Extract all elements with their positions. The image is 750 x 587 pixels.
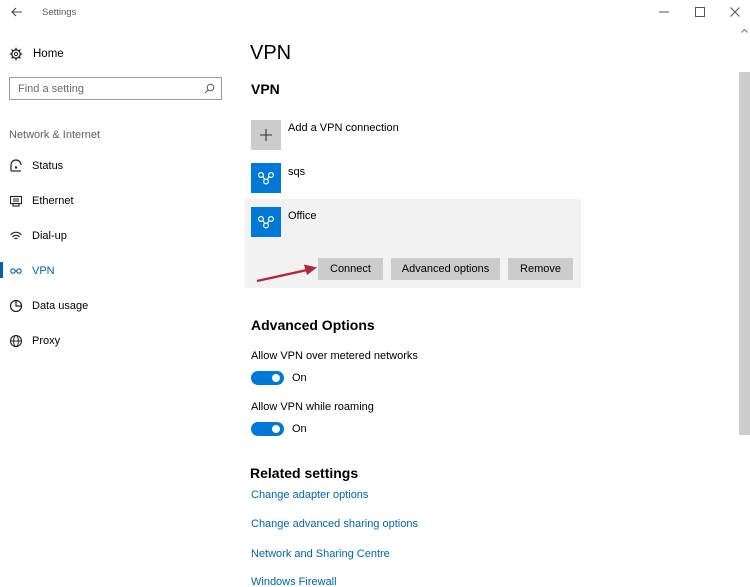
- dialup-icon: [9, 229, 23, 243]
- change-advanced-sharing-link[interactable]: Change advanced sharing options: [251, 518, 418, 530]
- metered-networks-state: On: [292, 372, 307, 384]
- annotation-arrow-icon: [256, 264, 317, 283]
- related-settings-heading: Related settings: [250, 465, 359, 481]
- data-usage-icon: [9, 299, 23, 313]
- globe-icon: [9, 334, 23, 348]
- vpn-connection-icon: [257, 215, 275, 229]
- add-vpn-connection-button[interactable]: [251, 120, 281, 150]
- sidebar-item-label: Data usage: [32, 300, 89, 312]
- search-input[interactable]: Find a setting: [9, 77, 222, 100]
- sidebar-item-status[interactable]: Status: [9, 158, 63, 174]
- advanced-options-button[interactable]: Advanced options: [391, 258, 500, 280]
- connect-button[interactable]: Connect: [318, 258, 383, 280]
- remove-button[interactable]: Remove: [508, 258, 573, 280]
- search-icon[interactable]: [204, 83, 215, 94]
- scrollbar-thumb[interactable]: [739, 72, 750, 435]
- advanced-options-heading: Advanced Options: [251, 317, 375, 333]
- gear-icon: [9, 47, 23, 61]
- ethernet-icon: [9, 194, 23, 208]
- minimize-icon[interactable]: [658, 6, 670, 18]
- roaming-label: Allow VPN while roaming: [251, 401, 374, 413]
- metered-networks-toggle[interactable]: [251, 371, 284, 385]
- sidebar-item-label: Ethernet: [32, 195, 74, 207]
- add-vpn-connection-label[interactable]: Add a VPN connection: [288, 122, 399, 134]
- window-title: Settings: [42, 7, 77, 18]
- vpn-connection-office[interactable]: [251, 207, 281, 237]
- plus-icon: [260, 129, 272, 141]
- network-sharing-centre-link[interactable]: Network and Sharing Centre: [251, 548, 390, 560]
- vpn-connection-sqs[interactable]: [251, 163, 281, 193]
- title-bar: Settings: [0, 0, 750, 26]
- sidebar-item-ethernet[interactable]: Ethernet: [9, 193, 74, 209]
- toggle-knob: [272, 425, 280, 433]
- sidebar-item-vpn[interactable]: VPN: [9, 263, 55, 279]
- sidebar-item-label: Proxy: [32, 335, 61, 347]
- metered-networks-label: Allow VPN over metered networks: [251, 350, 418, 362]
- sidebar-item-label: VPN: [32, 265, 55, 277]
- home-label: Home: [33, 48, 64, 60]
- toggle-knob: [272, 374, 280, 382]
- maximize-icon[interactable]: [694, 6, 706, 18]
- sidebar-item-home[interactable]: Home: [9, 46, 64, 62]
- search-placeholder: Find a setting: [18, 83, 85, 95]
- connection-name[interactable]: Office: [288, 210, 317, 222]
- sidebar-item-proxy[interactable]: Proxy: [9, 333, 60, 349]
- sidebar-item-data-usage[interactable]: Data usage: [9, 298, 88, 314]
- vpn-icon: [9, 264, 23, 278]
- connection-name[interactable]: sqs: [288, 166, 305, 178]
- sidebar-item-dialup[interactable]: Dial-up: [9, 228, 67, 244]
- windows-firewall-link[interactable]: Windows Firewall: [251, 576, 337, 587]
- vpn-heading: VPN: [251, 81, 280, 97]
- back-arrow-icon[interactable]: [10, 5, 24, 19]
- vpn-connection-icon: [257, 171, 275, 185]
- roaming-state: On: [292, 423, 307, 435]
- active-indicator: [0, 262, 3, 278]
- section-label: Network & Internet: [9, 129, 101, 141]
- close-icon[interactable]: [729, 6, 741, 18]
- page-title: VPN: [250, 42, 292, 64]
- sidebar-item-label: Dial-up: [32, 230, 67, 242]
- status-icon: [9, 159, 23, 173]
- scroll-up-icon[interactable]: [739, 26, 750, 36]
- roaming-toggle[interactable]: [251, 422, 284, 436]
- change-adapter-options-link[interactable]: Change adapter options: [251, 489, 368, 501]
- sidebar-item-label: Status: [32, 160, 64, 172]
